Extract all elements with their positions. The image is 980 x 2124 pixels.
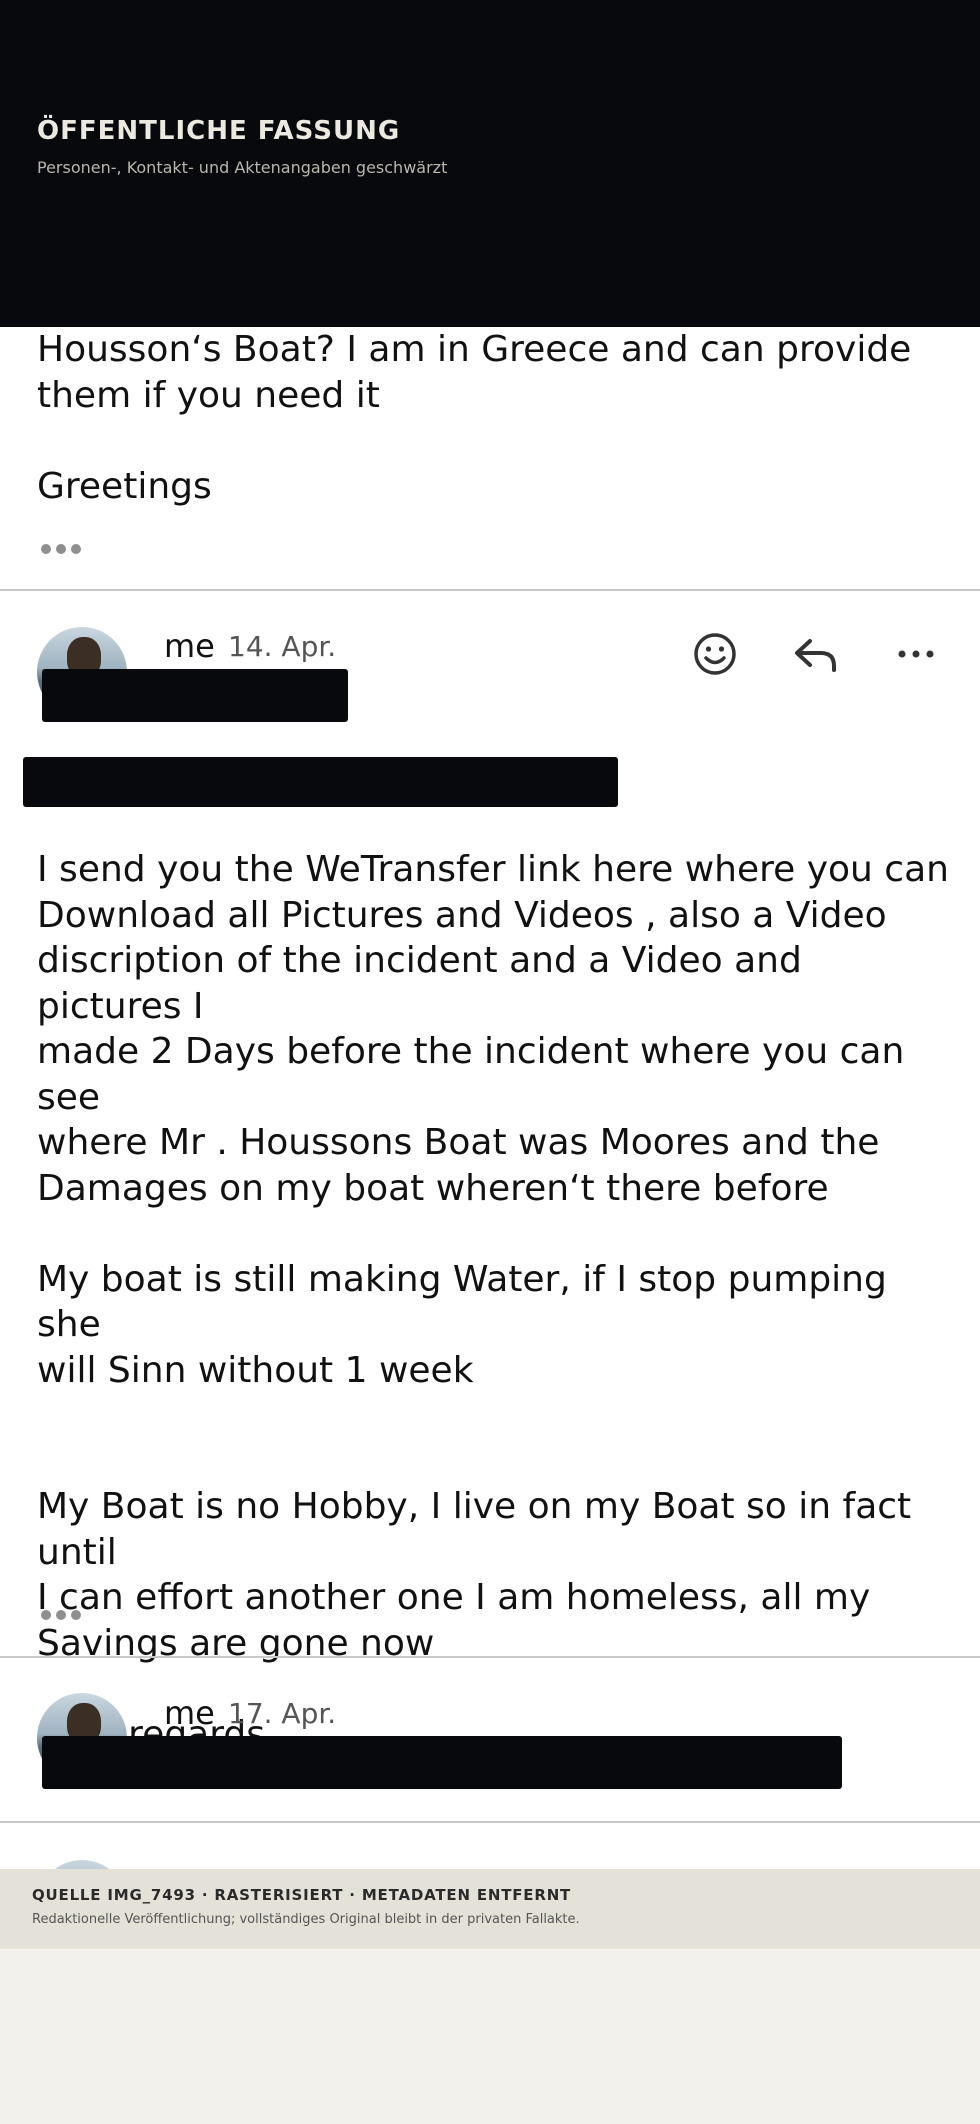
dot — [71, 1610, 81, 1620]
dot — [41, 1610, 51, 1620]
avatar[interactable] — [37, 1860, 127, 1869]
reply-arrow-icon — [795, 639, 836, 672]
more-dots-icon — [898, 650, 934, 658]
banner-title: ÖFFENTLICHE FASSUNG — [37, 116, 401, 146]
email-thread: Housson‘s Boat? I am in Greece and can p… — [0, 327, 980, 1869]
redacted-link — [23, 757, 618, 807]
show-quoted-text-button[interactable] — [41, 544, 81, 554]
more-options-button[interactable] — [888, 626, 944, 682]
message-divider — [0, 1821, 980, 1823]
dot — [56, 544, 66, 554]
sender-name: me — [164, 1694, 215, 1732]
message-body: I send you the WeTransfer link here wher… — [37, 849, 949, 1755]
redaction-banner: ÖFFENTLICHE FASSUNG Personen-, Kontakt- … — [0, 0, 980, 327]
banner-subtitle: Personen-, Kontakt- und Aktenangaben ges… — [37, 158, 448, 177]
footer-title: QUELLE IMG_7493 · RASTERISIERT · METADAT… — [32, 1886, 572, 1904]
reply-button[interactable] — [788, 626, 844, 682]
message-body: Housson‘s Boat? I am in Greece and can p… — [37, 329, 912, 507]
smiley-icon — [694, 633, 736, 675]
dot — [41, 544, 51, 554]
footer-subtitle: Redaktionelle Veröffentlichung; vollstän… — [32, 1912, 580, 1927]
message-date: 17. Apr. — [228, 1697, 337, 1730]
redacted-recipient — [42, 669, 348, 722]
redacted-recipient — [42, 1736, 842, 1789]
dot — [56, 1610, 66, 1620]
source-footer: QUELLE IMG_7493 · RASTERISIERT · METADAT… — [0, 1869, 980, 1949]
emoji-reaction-button[interactable] — [687, 626, 743, 682]
dot — [71, 544, 81, 554]
message-divider — [0, 1656, 980, 1658]
show-quoted-text-button[interactable] — [41, 1610, 81, 1620]
message-divider — [0, 589, 980, 591]
message-date: 14. Apr. — [228, 630, 337, 663]
sender-name: me — [164, 627, 215, 665]
